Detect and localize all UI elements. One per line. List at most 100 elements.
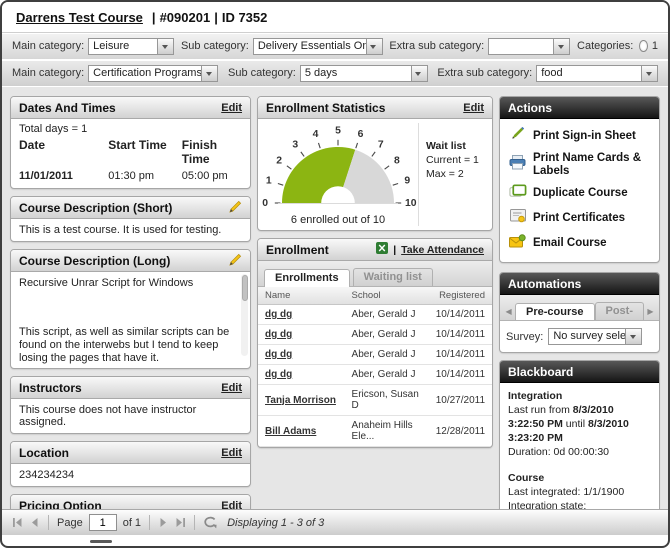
extra-sub-category-label: Extra sub category: (437, 67, 532, 79)
table-row: Bill Adams Anaheim Hills Ele... 12/28/20… (258, 416, 492, 447)
print-certificates-action[interactable]: Print Certificates (506, 206, 653, 231)
next-page-button[interactable] (158, 517, 169, 528)
header-separator: | (393, 244, 396, 256)
enrollee-name-link[interactable]: dg dg (258, 345, 345, 365)
tab-scroll-right-icon[interactable]: ▶ (644, 307, 657, 320)
instructors-text: This course does not have instructor ass… (11, 399, 250, 433)
location-panel: Location Edit 234234234 (10, 441, 251, 487)
chevron-down-icon (625, 329, 641, 344)
dates-edit-link[interactable]: Edit (221, 102, 242, 114)
enrollee-name-link[interactable]: Bill Adams (258, 416, 345, 447)
page-of-label: of 1 (123, 517, 141, 529)
print-name-cards-action[interactable]: Print Name Cards & Labels (506, 149, 653, 181)
svg-text:6: 6 (358, 129, 364, 140)
enrollee-name-link[interactable]: dg dg (258, 305, 345, 325)
prev-page-button[interactable] (29, 517, 40, 528)
duplicate-icon (508, 184, 527, 203)
scrollbar-thumb[interactable] (242, 275, 248, 301)
location-edit-link[interactable]: Edit (221, 447, 242, 459)
chevron-down-icon (411, 66, 427, 81)
duplicate-course-action[interactable]: Duplicate Course (506, 181, 653, 206)
enrollment-statistics-panel: Enrollment Statistics Edit 012345678910 … (257, 96, 493, 231)
sub-category-label: Sub category: (228, 67, 296, 79)
table-row: Tanja Morrison Ericson, Susan D 10/27/20… (258, 385, 492, 416)
actions-panel: Actions Print Sign-in Sheet Print Name C… (499, 96, 660, 263)
main-category-select-2[interactable]: Certification Programs (88, 65, 218, 82)
course-id: ID 7352 (222, 10, 268, 25)
take-attendance-link[interactable]: Take Attendance (401, 244, 484, 256)
print-signin-sheet-action[interactable]: Print Sign-in Sheet (506, 123, 653, 149)
chevron-down-icon (553, 39, 569, 54)
resize-handle[interactable] (90, 540, 112, 543)
chevron-down-icon (641, 66, 657, 81)
dates-and-times-panel: Dates And Times Edit Total days = 1 Date… (10, 96, 251, 189)
automation-tabs: ◀ Pre-course Post- ▶ (500, 295, 659, 321)
refresh-icon[interactable] (203, 516, 217, 529)
sub-category-label: Sub category: (181, 40, 249, 52)
panel-title: Automations (508, 277, 581, 291)
excel-export-icon[interactable] (376, 242, 388, 257)
enrollment-table: Name School Registered dg dg Aber, Geral… (258, 287, 492, 447)
email-course-action[interactable]: Email Course (506, 231, 653, 256)
extra-sub-category-select-1[interactable] (488, 38, 570, 55)
last-page-button[interactable] (175, 517, 186, 528)
tab-waiting-list[interactable]: Waiting list (353, 268, 433, 286)
tab-post-course[interactable]: Post- (595, 302, 645, 320)
chevron-down-icon (157, 39, 173, 54)
pencil-icon[interactable] (229, 253, 242, 269)
page-number-input[interactable] (89, 514, 117, 531)
automations-panel: Automations ◀ Pre-course Post- ▶ Survey:… (499, 272, 660, 353)
svg-text:1: 1 (266, 176, 272, 187)
blackboard-panel: Blackboard Integration Last run from 8/3… (499, 360, 660, 513)
integration-heading: Integration (508, 389, 651, 403)
instructors-edit-link[interactable]: Edit (221, 382, 242, 394)
enrollee-name-link[interactable]: Tanja Morrison (258, 385, 345, 416)
waitlist-current: Current = 1 (426, 153, 490, 167)
course-description-short-panel: Course Description (Short) This is a tes… (10, 196, 251, 242)
categories-label: Categories: (577, 40, 633, 52)
extra-sub-category-label: Extra sub category: (389, 40, 484, 52)
survey-select[interactable]: No survey sele (548, 328, 642, 345)
pagination-bar: Page of 1 Displaying 1 - 3 of 3 (2, 509, 668, 535)
category-filter-row-1: Main category: Leisure Sub category: Del… (2, 33, 668, 60)
svg-text:2: 2 (276, 155, 282, 166)
enrollment-panel: Enrollment | Take Attendance Enrollments… (257, 238, 493, 448)
pencil-icon[interactable] (229, 200, 242, 216)
dates-header-row: Date Start Time Finish Time (19, 138, 242, 166)
course-heading: Course (508, 471, 651, 485)
table-row: dg dg Aber, Gerald J 10/14/2011 (258, 365, 492, 385)
instructors-panel: Instructors Edit This course does not ha… (10, 376, 251, 434)
location-text: 234234234 (11, 464, 250, 486)
categories-radio[interactable] (639, 40, 648, 52)
sub-category-select-1[interactable]: Delivery Essentials On I (253, 38, 383, 55)
panel-title: Enrollment Statistics (266, 101, 385, 115)
tab-scroll-left-icon[interactable]: ◀ (502, 307, 515, 320)
extra-sub-category-select-2[interactable]: food (536, 65, 658, 82)
bb-course-line: Last integrated: 1/1/1900 (508, 485, 651, 499)
first-page-button[interactable] (12, 517, 23, 528)
table-row: dg dg Aber, Gerald J 10/14/2011 (258, 325, 492, 345)
tab-pre-course[interactable]: Pre-course (515, 303, 594, 321)
stats-edit-link[interactable]: Edit (463, 102, 484, 114)
course-title-link[interactable]: Darrens Test Course (16, 10, 143, 25)
enrollment-table-header: Name School Registered (258, 287, 492, 305)
enrollment-tabs: Enrollments Waiting list (258, 261, 492, 287)
tab-enrollments[interactable]: Enrollments (264, 269, 350, 287)
integration-duration: Duration: 0d 00:00:30 (508, 445, 651, 459)
svg-text:3: 3 (292, 139, 298, 150)
enrollee-name-link[interactable]: dg dg (258, 325, 345, 345)
sub-category-select-2[interactable]: 5 days (300, 65, 428, 82)
scrollbar[interactable] (241, 274, 248, 356)
chevron-down-icon (201, 66, 217, 81)
title-separator: | (214, 10, 218, 25)
enrollee-name-link[interactable]: dg dg (258, 365, 345, 385)
table-row: dg dg Aber, Gerald J 10/14/2011 (258, 305, 492, 325)
svg-text:10: 10 (405, 198, 417, 209)
short-description-text: This is a test course. It is used for te… (11, 219, 250, 241)
panel-title: Course Description (Long) (19, 254, 170, 268)
displaying-status: Displaying 1 - 3 of 3 (227, 517, 324, 529)
certificate-icon (508, 209, 527, 228)
main-category-select-1[interactable]: Leisure (88, 38, 174, 55)
email-icon (508, 234, 527, 253)
long-description-text[interactable]: Recursive Unrar Script for Windows This … (11, 272, 250, 368)
